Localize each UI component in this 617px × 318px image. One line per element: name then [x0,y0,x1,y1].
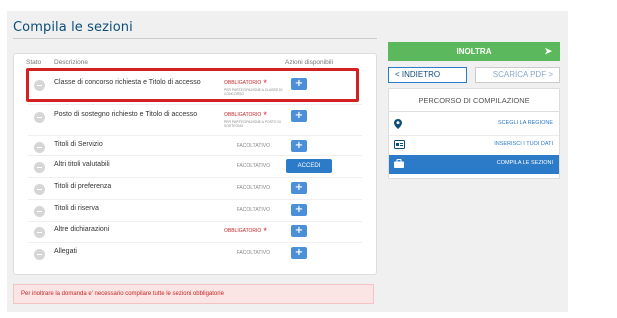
status-badge: FACOLTATIVO [236,143,270,149]
status-indicator [34,206,45,217]
inoltra-label: INOLTRA [456,47,492,56]
step-label: INSERISCI I TUOI DATI [494,141,553,147]
row-divider [28,221,362,222]
row-divider [28,242,362,243]
section-description: Posto di sostegno richiesto e Titolo di … [54,111,198,118]
status-badge: OBBLIGATORIO * PER PARTECIPAZIONE A POSTO … [224,110,284,129]
section-description: Altri titoli valutabili [54,161,110,168]
step-compila-sezioni[interactable]: COMPILA LE SEZIONI [389,155,559,174]
id-card-icon [394,140,406,150]
status-badge: FACOLTATIVO [236,185,270,191]
highlight-box [26,68,359,102]
table-row: Allegati FACOLTATIVO + [26,246,360,268]
column-header-descrizione: Descrizione [54,59,88,66]
row-divider [28,104,362,105]
table-row: Titoli di Servizio FACOLTATIVO + [26,139,360,161]
add-section-button[interactable]: + [291,140,307,152]
section-description: Altre dichiarazioni [54,226,110,233]
row-divider [28,135,362,136]
section-description: Allegati [54,248,77,255]
map-marker-icon [394,119,406,129]
briefcase-icon [394,159,406,169]
section-description: Titoli di preferenza [54,183,112,190]
step-label: COMPILA LE SEZIONI [496,160,553,166]
step-inserisci-dati[interactable]: INSERISCI I TUOI DATI [389,136,559,155]
paper-plane-icon: ➤ [544,46,552,56]
status-badge: FACOLTATIVO [236,250,270,256]
required-star: * [263,226,267,236]
status-badge: OBBLIGATORIO * [224,226,267,236]
page-title: Compila le sezioni [13,20,133,35]
status-indicator [34,227,45,238]
route-divider [388,111,560,112]
status-note: PER PARTECIPAZIONE A POSTO DI SOSTEGNO [224,120,281,128]
step-label: SCEGLI LA REGIONE [497,120,553,126]
add-section-button[interactable]: + [291,225,307,237]
table-row: Posto di sostegno richiesto e Titolo di … [26,109,360,131]
status-indicator [34,162,45,173]
column-header-azioni: Azioni disponibili [285,59,334,66]
accedi-button[interactable]: ACCEDI [286,159,332,173]
status-indicator [34,249,45,260]
status-indicator [34,112,45,123]
section-description: Titoli di Servizio [54,141,103,148]
scarica-pdf-button[interactable]: SCARICA PDF > [475,67,560,83]
column-header-stato: Stato [26,59,42,66]
status-badge: FACOLTATIVO [236,163,270,169]
add-section-button[interactable]: + [291,247,307,259]
row-divider [28,177,362,178]
row-divider [28,155,362,156]
title-divider [13,38,377,39]
step-scegli-regione[interactable]: SCEGLI LA REGIONE [389,115,559,134]
status-indicator [34,184,45,195]
status-badge: FACOLTATIVO [236,207,270,213]
add-section-button[interactable]: + [291,110,307,122]
status-indicator [34,142,45,153]
route-title: PERCORSO DI COMPILAZIONE [418,96,530,105]
add-section-button[interactable]: + [291,182,307,194]
required-star: * [263,110,267,120]
indietro-button[interactable]: < INDIETRO [388,67,467,83]
required-sections-warning: Per inoltrare la domanda e' necessario c… [13,284,374,304]
row-divider [28,199,362,200]
section-description: Titoli di riserva [54,205,99,212]
add-section-button[interactable]: + [291,204,307,216]
inoltra-button[interactable]: INOLTRA ➤ [388,42,560,61]
